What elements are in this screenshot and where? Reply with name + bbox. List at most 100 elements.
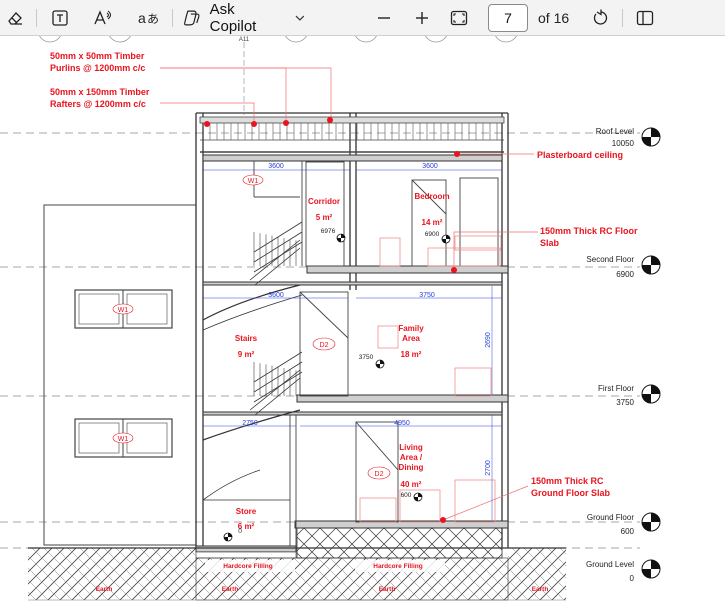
spot-level: 6976 xyxy=(321,228,336,235)
window-tag: W1 xyxy=(118,436,129,443)
living-name: Living xyxy=(399,443,423,452)
level-value: 3750 xyxy=(616,398,634,407)
spot-marker-icon xyxy=(336,233,346,243)
level-marker-icon xyxy=(641,384,661,404)
zoom-out-button[interactable] xyxy=(372,0,396,36)
dimension-text: 3600 3600 3600 3750 4950 2750 2690 2700 xyxy=(242,163,492,476)
level-value: 10050 xyxy=(612,139,635,148)
level-name: First Floor xyxy=(598,384,634,393)
window-tag: W1 xyxy=(248,178,259,185)
grid-tag: A11 xyxy=(239,37,250,43)
ground-slab-note-2: Ground Floor Slab xyxy=(531,488,610,498)
toolbar-separator xyxy=(36,9,37,27)
pdf-toolbar: aあ Ask Copilot 7 of 16 xyxy=(0,0,725,36)
toolbar-separator xyxy=(622,9,623,27)
dim-label: 4950 xyxy=(394,420,410,427)
level-marker-icon xyxy=(641,559,661,579)
living-area: 40 m² xyxy=(401,480,422,489)
copilot-icon xyxy=(184,10,200,26)
rafters-note: 50mm x 150mm Timber xyxy=(50,87,150,97)
roof-structure xyxy=(199,116,505,153)
spot-level: 3750 xyxy=(359,354,374,361)
ceiling-note: Plasterboard ceiling xyxy=(537,150,623,160)
earth-label: Earth xyxy=(222,586,239,593)
spot-level: 600 xyxy=(401,492,412,499)
level-name: Ground Floor xyxy=(587,513,634,522)
interior-walls xyxy=(253,161,499,546)
hardcore-label: Hardcore Filling xyxy=(223,563,273,570)
earth-label: Earth xyxy=(379,586,396,593)
dim-label: 2750 xyxy=(242,420,258,427)
ask-copilot-button[interactable]: Ask Copilot xyxy=(182,0,306,36)
stairs-area: 9 m² xyxy=(238,350,255,359)
floor-slab-note-2: Slab xyxy=(540,238,560,248)
spot-level-markers xyxy=(223,233,451,542)
fit-page-icon xyxy=(450,10,468,26)
door-tag: D2 xyxy=(375,471,384,478)
ground-slab-note: 150mm Thick RC xyxy=(531,476,604,486)
room-labels: Corridor 5 m² Bedroom 14 m² Stairs 9 m² … xyxy=(235,192,450,531)
ask-copilot-label: Ask Copilot xyxy=(209,1,257,35)
eraser-icon[interactable] xyxy=(2,0,28,36)
living-name-2: Area / xyxy=(400,453,423,462)
stair-balusters xyxy=(253,232,297,396)
spot-marker-icon xyxy=(375,359,385,369)
read-aloud-icon[interactable] xyxy=(90,0,116,36)
svg-text:a: a xyxy=(138,10,146,26)
page-total: of 16 xyxy=(538,10,570,26)
dim-label: 3750 xyxy=(419,292,435,299)
page-view-button[interactable] xyxy=(632,0,658,36)
translate-icon[interactable]: aあ xyxy=(134,0,162,36)
dim-label: 2700 xyxy=(485,460,492,476)
window-tag: W1 xyxy=(118,307,129,314)
purlins-note-2: Purlins @ 1200mm c/c xyxy=(50,63,145,73)
zoom-in-button[interactable] xyxy=(410,0,434,36)
svg-text:あ: あ xyxy=(147,12,159,26)
level-marker-icon xyxy=(641,512,661,532)
family-area: 18 m² xyxy=(401,350,422,359)
corridor-area: 5 m² xyxy=(316,213,333,222)
rotate-button[interactable] xyxy=(588,0,614,36)
hardcore-label: Hardcore Filling xyxy=(373,563,423,570)
spot-level: 6900 xyxy=(425,231,440,238)
text-box-icon[interactable] xyxy=(48,0,72,36)
store-name: Store xyxy=(236,507,257,516)
living-name-3: Dining xyxy=(399,463,424,472)
adjacent-building xyxy=(43,204,197,546)
spot-marker-icon xyxy=(441,234,451,244)
minus-icon xyxy=(378,17,390,19)
level-marker-icon xyxy=(641,255,661,275)
stairs-name: Stairs xyxy=(235,334,258,343)
level-marker-icon xyxy=(641,127,661,147)
level-value: 0 xyxy=(630,574,635,583)
level-labels: Roof Level 10050 Second Floor 6900 First… xyxy=(586,127,635,583)
family-name-2: Area xyxy=(402,334,420,343)
tag-ovals xyxy=(112,174,391,480)
dim-label: 3600 xyxy=(422,163,438,170)
earth-label: Earth xyxy=(96,586,113,593)
chevron-down-icon xyxy=(295,15,305,21)
section-drawing: A11 50mm x 50mm Timber Purlins @ 1200mm … xyxy=(0,17,661,601)
spot-marker-icon xyxy=(223,532,233,542)
corridor-name: Corridor xyxy=(308,197,340,206)
door-tag: D2 xyxy=(320,342,329,349)
floor-slab-note: 150mm Thick RC Floor xyxy=(540,226,638,236)
level-value: 600 xyxy=(621,527,635,536)
fit-page-button[interactable] xyxy=(446,0,472,36)
plus-icon xyxy=(416,12,428,24)
dimension-lines xyxy=(203,169,502,520)
page-number-input[interactable]: 7 xyxy=(488,4,528,32)
earth-label: Earth xyxy=(532,586,549,593)
bedroom-name: Bedroom xyxy=(414,192,449,201)
dim-label: 3600 xyxy=(268,163,284,170)
staircase xyxy=(202,221,303,501)
purlins-note: 50mm x 50mm Timber xyxy=(50,51,145,61)
bedroom-area: 14 m² xyxy=(422,218,443,227)
dim-label: 2690 xyxy=(485,332,492,348)
toolbar-separator xyxy=(172,9,173,27)
level-name: Ground Level xyxy=(586,560,634,569)
level-markers xyxy=(641,127,661,579)
rafters-note-2: Rafters @ 1200mm c/c xyxy=(50,99,146,109)
family-name: Family xyxy=(398,324,424,333)
spot-level: 0 xyxy=(238,528,242,535)
